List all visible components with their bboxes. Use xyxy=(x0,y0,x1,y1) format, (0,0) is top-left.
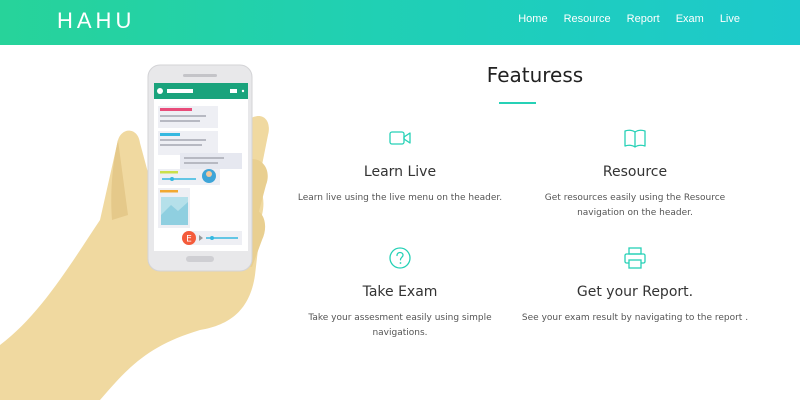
open-book-icon xyxy=(624,129,646,148)
chat-bubble-line xyxy=(160,115,206,117)
feature-get-report: Get your Report. See your exam result by… xyxy=(520,246,750,326)
main-nav: Home Resource Report Exam Live xyxy=(518,13,740,25)
feature-description: Take your assesment easily using simple … xyxy=(308,313,492,338)
nav-link-exam[interactable]: Exam xyxy=(676,13,704,25)
feature-description: Learn live using the live menu on the he… xyxy=(297,193,503,203)
feature-title: Get your Report. xyxy=(576,284,694,300)
chat-bubble-line xyxy=(160,139,206,141)
heading-underline xyxy=(499,102,536,104)
question-circle-icon xyxy=(389,247,411,269)
printer-icon xyxy=(624,247,646,269)
chat-bubble xyxy=(180,153,242,169)
feature-resource: Resource Get resources easily using the … xyxy=(520,126,750,221)
app-action-icon xyxy=(230,89,237,93)
chat-bubble-highlight xyxy=(160,190,178,193)
top-navbar: HAHU Home Resource Report Exam Live xyxy=(0,0,800,45)
phone-home-button xyxy=(186,256,214,262)
chat-bubble-highlight xyxy=(160,133,180,136)
chat-bubble-highlight xyxy=(160,108,192,111)
app-logo-icon xyxy=(157,88,163,94)
chat-bubble-highlight xyxy=(160,171,178,174)
audio-dot xyxy=(210,236,214,240)
feature-learn-live: Learn Live Learn live using the live men… xyxy=(285,126,515,206)
app-menu-icon xyxy=(241,89,245,93)
chat-bubble-line xyxy=(160,144,202,146)
nav-link-resource[interactable]: Resource xyxy=(564,13,611,25)
brand-logo[interactable]: HAHU xyxy=(57,8,135,34)
hand-phone-illustration: E xyxy=(0,64,269,400)
chat-bubble-line xyxy=(184,157,224,159)
nav-link-home[interactable]: Home xyxy=(518,13,547,25)
feature-title: Learn Live xyxy=(363,164,437,180)
features-heading: Featuress xyxy=(486,63,584,87)
feature-title: Take Exam xyxy=(362,284,438,300)
feature-description: Get resources easily using the Resource … xyxy=(544,193,726,218)
chat-bubble-line xyxy=(184,162,218,164)
feature-title: Resource xyxy=(602,164,668,180)
audio-dot xyxy=(170,177,174,181)
nav-link-live[interactable]: Live xyxy=(720,13,740,25)
user-avatar-letter: E xyxy=(186,235,192,245)
user-avatar-face xyxy=(206,171,212,177)
video-camera-icon xyxy=(389,131,411,145)
app-title-bar xyxy=(167,89,193,93)
nav-link-report[interactable]: Report xyxy=(627,13,660,25)
chat-bubble-line xyxy=(160,120,200,122)
feature-description: See your exam result by navigating to th… xyxy=(521,313,749,323)
phone-speaker xyxy=(183,74,217,77)
feature-take-exam: Take Exam Take your assesment easily usi… xyxy=(285,246,515,341)
